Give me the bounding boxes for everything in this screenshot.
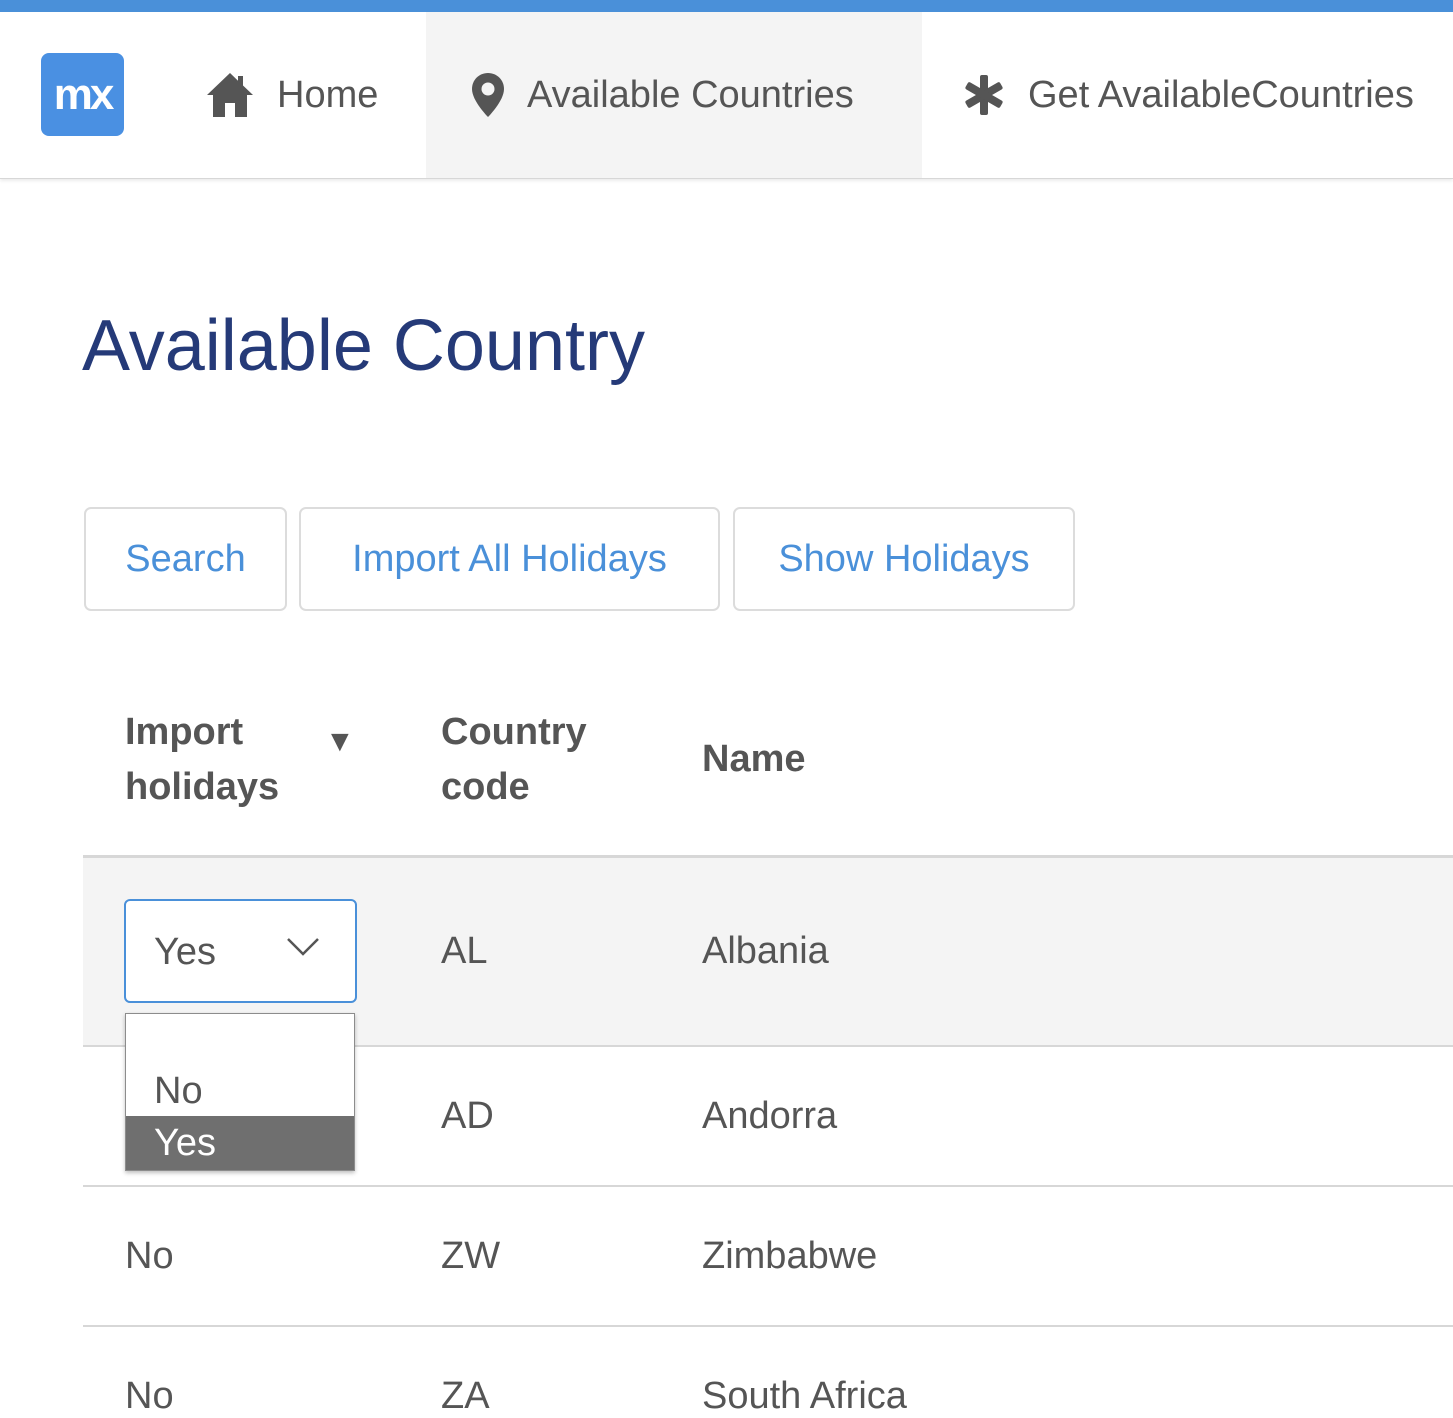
import-holidays-dropdown-list: No Yes [125, 1013, 355, 1171]
nav-item-label: Get AvailableCountries [1028, 73, 1414, 116]
navbar: mx Home Available Countries Get Availabl… [0, 12, 1453, 179]
search-button[interactable]: Search [84, 507, 287, 611]
country-code-cell: ZA [441, 1375, 490, 1417]
country-name-cell: Albania [702, 930, 829, 972]
import-all-holidays-button[interactable]: Import All Holidays [299, 507, 720, 611]
import-holidays-select[interactable]: Yes [124, 899, 357, 1003]
country-code-cell: AD [441, 1095, 494, 1137]
asterisk-icon [962, 73, 1006, 117]
home-icon [205, 71, 255, 119]
column-header-import-holidays[interactable]: Import holidays [125, 705, 295, 815]
show-holidays-button[interactable]: Show Holidays [733, 507, 1075, 611]
country-code-cell: ZW [441, 1235, 501, 1277]
chevron-down-icon [286, 935, 320, 964]
nav-item-label: Available Countries [527, 73, 854, 116]
column-header-country-code[interactable]: Country code [441, 705, 641, 815]
nav-item-home[interactable]: Home [205, 12, 378, 178]
import-holidays-cell: No [125, 1375, 174, 1417]
country-name-cell: South Africa [702, 1375, 907, 1417]
dropdown-option-no[interactable]: No [126, 1064, 354, 1118]
nav-item-available-countries[interactable]: Available Countries [426, 12, 922, 178]
country-code-cell: AL [441, 930, 488, 972]
page-title: Available Country [82, 306, 645, 386]
top-accent-stripe [0, 0, 1453, 12]
map-marker-icon [471, 72, 505, 118]
select-value: Yes [154, 931, 216, 973]
app-logo[interactable]: mx [41, 53, 124, 136]
country-name-cell: Andorra [702, 1095, 838, 1137]
nav-item-get-available-countries[interactable]: Get AvailableCountries [962, 12, 1414, 178]
country-name-cell: Zimbabwe [702, 1235, 878, 1277]
sort-descending-icon[interactable]: ▼ [325, 714, 355, 769]
import-holidays-cell: No [125, 1235, 174, 1277]
dropdown-option-yes[interactable]: Yes [126, 1116, 354, 1170]
column-header-name[interactable]: Name [702, 732, 806, 787]
nav-item-label: Home [277, 73, 379, 116]
